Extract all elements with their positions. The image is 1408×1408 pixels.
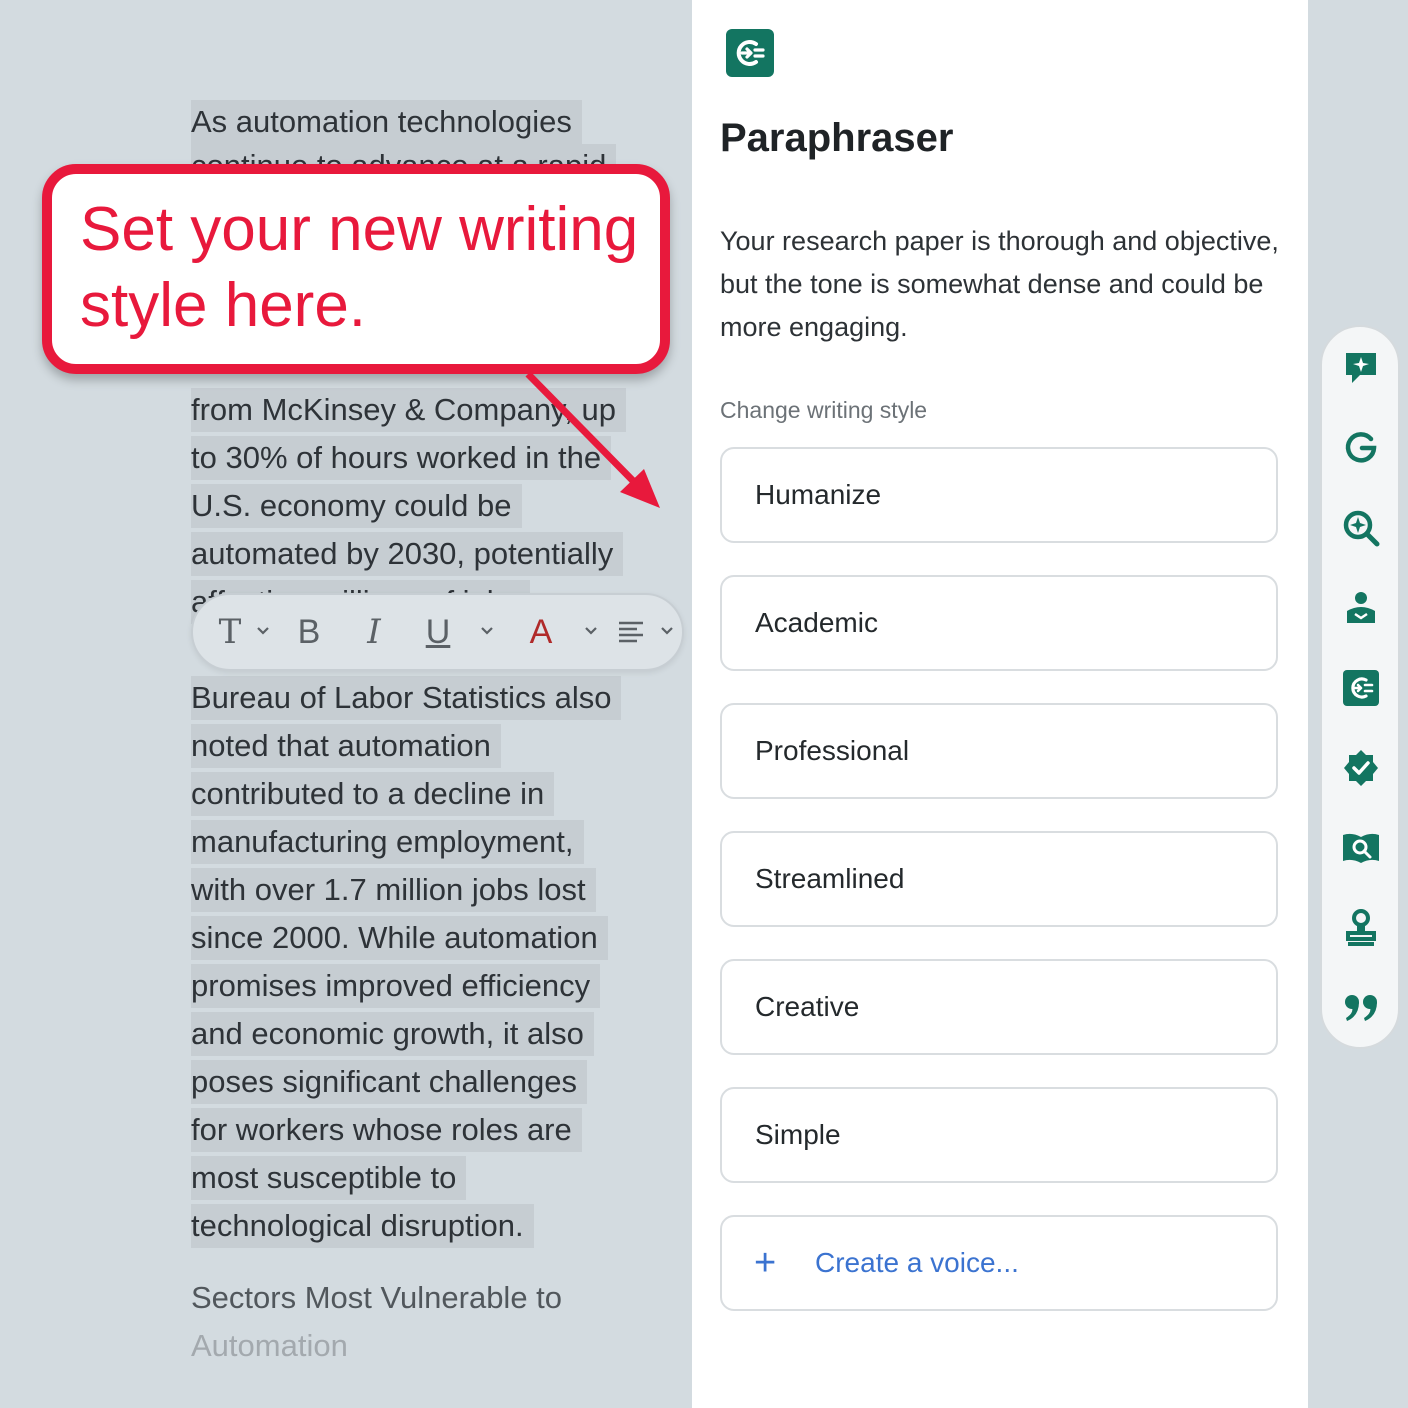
doc-line[interactable]: poses significant challenges bbox=[191, 1060, 588, 1104]
style-option-simple[interactable]: Simple bbox=[720, 1087, 1278, 1183]
verified-badge-icon[interactable] bbox=[1340, 747, 1382, 789]
create-voice-button[interactable]: + Create a voice... bbox=[720, 1215, 1278, 1311]
chevron-down-icon[interactable] bbox=[583, 623, 603, 643]
italic-icon[interactable]: I bbox=[359, 595, 389, 669]
doc-line[interactable]: U.S. economy could be bbox=[191, 484, 522, 528]
paraphraser-icon bbox=[726, 29, 774, 77]
chevron-down-icon[interactable] bbox=[255, 623, 275, 643]
doc-line[interactable]: promises improved efficiency bbox=[191, 964, 601, 1008]
style-option-professional[interactable]: Professional bbox=[720, 703, 1278, 799]
stamp-icon[interactable] bbox=[1340, 907, 1382, 949]
underline-icon[interactable]: U bbox=[421, 595, 455, 669]
style-option-label: Streamlined bbox=[755, 863, 905, 894]
text-style-icon[interactable]: T bbox=[213, 595, 247, 669]
callout-box: Set your new writing style here. bbox=[42, 164, 670, 374]
doc-line[interactable]: manufacturing employment, bbox=[191, 820, 584, 864]
paraphraser-panel: Paraphraser Your research paper is thoro… bbox=[692, 0, 1308, 1408]
grammarly-g-icon[interactable] bbox=[1340, 427, 1382, 469]
create-voice-label: Create a voice... bbox=[815, 1247, 1019, 1278]
doc-line[interactable]: technological disruption. bbox=[191, 1204, 534, 1248]
doc-line[interactable]: for workers whose roles are bbox=[191, 1108, 582, 1152]
reader-icon[interactable] bbox=[1340, 587, 1382, 629]
section-heading[interactable]: Automation bbox=[191, 1324, 358, 1368]
plus-icon: + bbox=[754, 1242, 777, 1284]
style-section-label: Change writing style bbox=[720, 397, 928, 423]
chevron-down-icon[interactable] bbox=[479, 623, 499, 643]
assistant-rail bbox=[1320, 325, 1400, 1049]
panel-title: Paraphraser bbox=[720, 116, 954, 160]
doc-line[interactable]: Bureau of Labor Statistics also bbox=[191, 676, 622, 720]
document-area[interactable]: As automation technologies continue to a… bbox=[0, 0, 690, 1408]
paraphraser-icon[interactable] bbox=[1340, 667, 1382, 709]
align-icon[interactable] bbox=[617, 619, 647, 649]
doc-line[interactable]: from McKinsey & Company, up bbox=[191, 388, 626, 432]
sparkle-search-icon[interactable] bbox=[1340, 507, 1382, 549]
style-option-academic[interactable]: Academic bbox=[720, 575, 1278, 671]
style-option-creative[interactable]: Creative bbox=[720, 959, 1278, 1055]
sparkle-chat-icon[interactable] bbox=[1340, 347, 1382, 389]
doc-line[interactable]: to 30% of hours worked in the bbox=[191, 436, 612, 480]
quote-icon[interactable] bbox=[1340, 987, 1382, 1029]
doc-line[interactable]: As automation technologies bbox=[191, 100, 582, 144]
doc-line[interactable]: most susceptible to bbox=[191, 1156, 467, 1200]
format-toolbar: T B I U A bbox=[191, 593, 684, 671]
style-option-streamlined[interactable]: Streamlined bbox=[720, 831, 1278, 927]
style-option-label: Creative bbox=[755, 991, 860, 1022]
doc-line[interactable]: automated by 2030, potentially bbox=[191, 532, 624, 576]
style-option-label: Professional bbox=[755, 735, 910, 766]
style-option-label: Humanize bbox=[755, 479, 882, 510]
doc-line[interactable]: since 2000. While automation bbox=[191, 916, 608, 960]
panel-description: Your research paper is thorough and obje… bbox=[720, 226, 1279, 342]
doc-line[interactable]: contributed to a decline in bbox=[191, 772, 555, 816]
callout-text: Set your new writing style here. bbox=[80, 195, 639, 340]
font-color-icon[interactable]: A bbox=[525, 595, 557, 669]
style-option-label: Simple bbox=[755, 1119, 841, 1150]
style-option-humanize[interactable]: Humanize bbox=[720, 447, 1278, 543]
style-option-label: Academic bbox=[755, 607, 878, 638]
section-heading[interactable]: Sectors Most Vulnerable to bbox=[191, 1276, 572, 1320]
book-search-icon[interactable] bbox=[1340, 827, 1382, 869]
chevron-down-icon[interactable] bbox=[659, 623, 679, 643]
bold-icon[interactable]: B bbox=[293, 595, 325, 669]
doc-line[interactable]: noted that automation bbox=[191, 724, 501, 768]
doc-line[interactable]: with over 1.7 million jobs lost bbox=[191, 868, 596, 912]
doc-line[interactable]: and economic growth, it also bbox=[191, 1012, 594, 1056]
